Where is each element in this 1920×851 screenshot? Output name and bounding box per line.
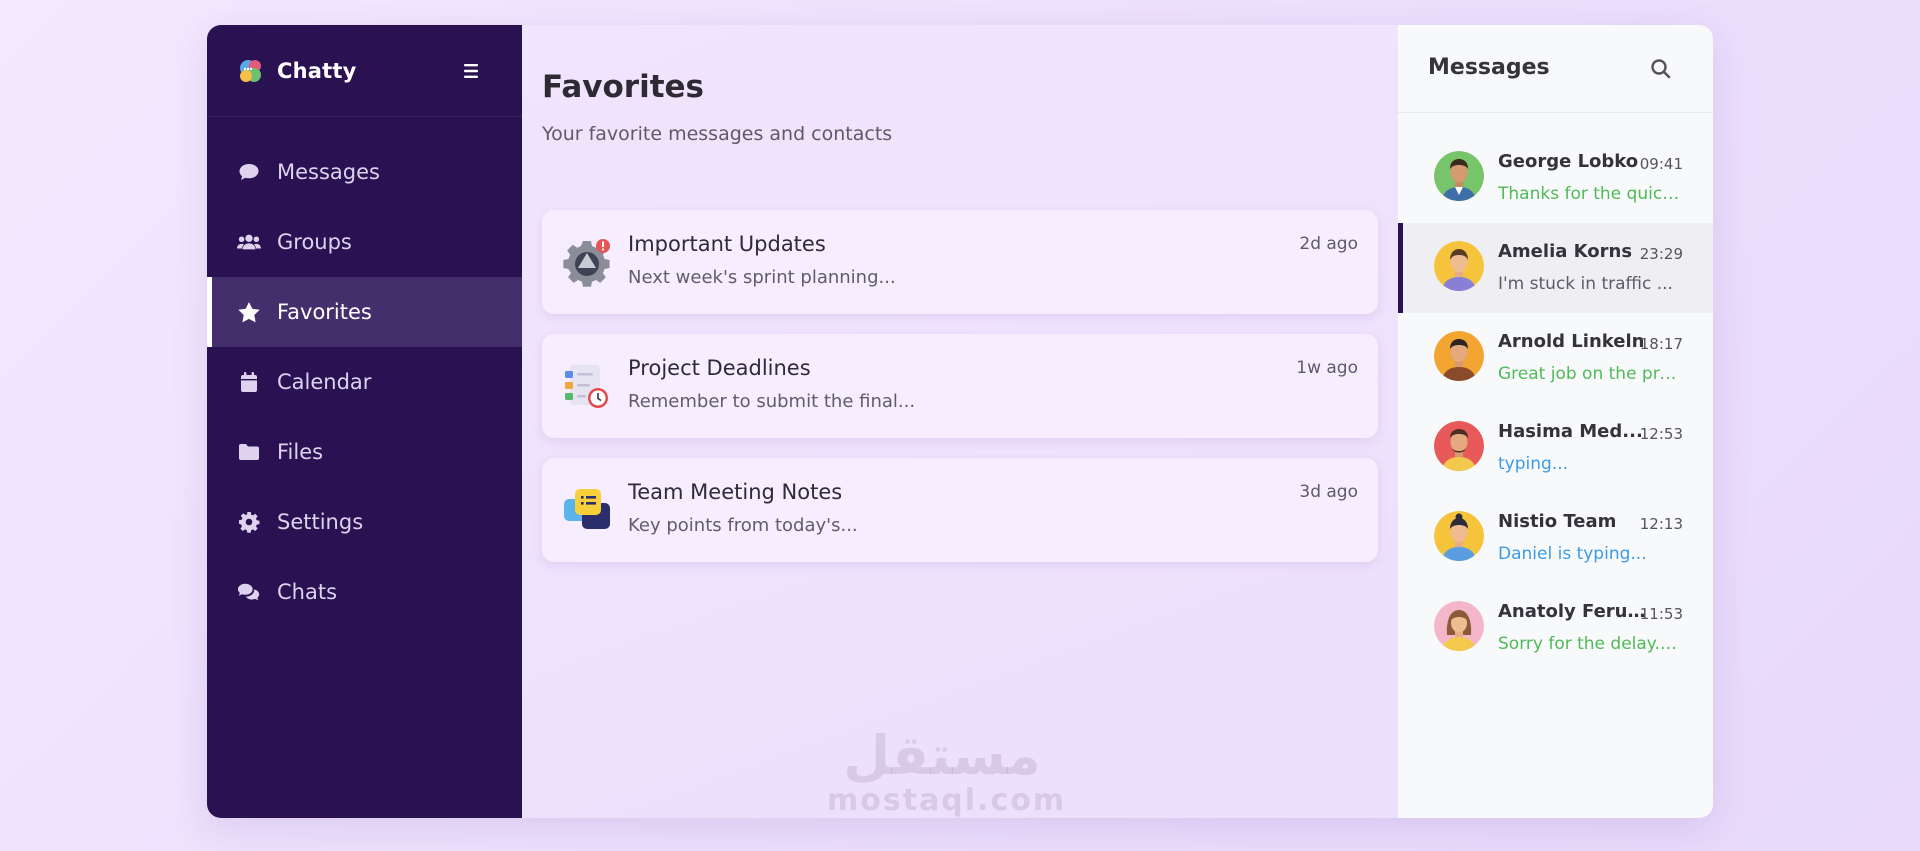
conversation-time: 12:53 xyxy=(1639,425,1683,443)
messages-title: Messages xyxy=(1428,55,1550,80)
sidebar-item-chats[interactable]: Chats xyxy=(207,557,522,627)
card-preview: Remember to submit the final... xyxy=(628,391,916,412)
avatar xyxy=(1434,331,1484,381)
star-icon xyxy=(237,300,261,324)
conversation-item[interactable]: Arnold Linkeln 18:17 Great job on the pr… xyxy=(1398,313,1713,403)
checklist-clock-icon xyxy=(562,361,612,411)
conversation-preview: typing... xyxy=(1498,454,1569,474)
search-icon[interactable] xyxy=(1648,56,1674,82)
avatar xyxy=(1434,511,1484,561)
card-time: 1w ago xyxy=(1296,358,1358,378)
conversation-name: Hasima Med... xyxy=(1498,421,1643,442)
conversation-preview: Daniel is typing... xyxy=(1498,544,1647,564)
conversation-name: Amelia Korns xyxy=(1498,241,1633,262)
sidebar-item-label: Calendar xyxy=(277,370,372,394)
avatar xyxy=(1434,241,1484,291)
sidebar-item-favorites[interactable]: Favorites xyxy=(207,277,522,347)
app-window: Chatty Messages Groups Favorites Calenda… xyxy=(207,25,1713,818)
conversation-item[interactable]: Hasima Med... 12:53 typing... xyxy=(1398,403,1713,493)
conversation-preview: I'm stuck in traffic ... xyxy=(1498,274,1673,294)
favorite-card[interactable]: Important Updates Next week's sprint pla… xyxy=(542,210,1378,314)
users-icon xyxy=(237,230,261,254)
comment-icon xyxy=(237,160,261,184)
chats-icon xyxy=(237,580,261,604)
sidebar-item-calendar[interactable]: Calendar xyxy=(207,347,522,417)
conversation-preview: Great job on the pre... xyxy=(1498,364,1680,384)
sidebar-item-label: Favorites xyxy=(277,300,372,324)
watermark-latin: mostaql.com xyxy=(827,783,1067,818)
page-title: Favorites xyxy=(542,69,704,105)
card-title: Team Meeting Notes xyxy=(628,480,843,504)
favorite-card[interactable]: Project Deadlines Remember to submit the… xyxy=(542,334,1378,438)
favorite-card[interactable]: Team Meeting Notes Key points from today… xyxy=(542,458,1378,562)
card-title: Project Deadlines xyxy=(628,356,811,380)
app-name: Chatty xyxy=(277,58,357,83)
sidebar-item-groups[interactable]: Groups xyxy=(207,207,522,277)
conversation-time: 18:17 xyxy=(1639,335,1683,353)
calendar-icon xyxy=(237,370,261,394)
menu-toggle-icon[interactable] xyxy=(457,59,485,83)
card-preview: Key points from today's... xyxy=(628,515,858,536)
conversation-name: Nistio Team xyxy=(1498,511,1617,532)
conversation-item[interactable]: Nistio Team 12:13 Daniel is typing... xyxy=(1398,493,1713,583)
gear-icon xyxy=(237,510,261,534)
watermark-arabic: مستقل xyxy=(843,724,1041,787)
sidebar-item-label: Chats xyxy=(277,580,338,604)
folder-icon xyxy=(237,440,261,464)
messages-header: Messages xyxy=(1398,25,1713,113)
conversation-item[interactable]: Anatoly Ferus... 11:53 Sorry for the del… xyxy=(1398,583,1713,673)
notes-chat-icon xyxy=(562,485,612,535)
conversation-preview: Sorry for the delay. I'... xyxy=(1498,634,1680,654)
conversation-time: 09:41 xyxy=(1639,155,1683,173)
avatar xyxy=(1434,601,1484,651)
conversation-name: George Lobko xyxy=(1498,151,1639,172)
sidebar-item-settings[interactable]: Settings xyxy=(207,487,522,557)
sidebar-item-label: Groups xyxy=(277,230,352,254)
conversation-list: George Lobko 09:41 Thanks for the quick.… xyxy=(1398,113,1713,673)
gear-alert-icon xyxy=(562,237,612,287)
conversation-time: 11:53 xyxy=(1639,605,1683,623)
chatty-logo-icon xyxy=(237,57,265,85)
conversation-name: Anatoly Ferus... xyxy=(1498,601,1648,622)
favorites-list: Important Updates Next week's sprint pla… xyxy=(542,210,1378,582)
card-time: 2d ago xyxy=(1299,234,1358,254)
avatar xyxy=(1434,421,1484,471)
conversation-time: 12:13 xyxy=(1639,515,1683,533)
watermark: مستقل mostaql.com xyxy=(827,724,1067,818)
messages-panel: Messages George Lobko 09:41 Thanks for t… xyxy=(1398,25,1713,818)
conversation-item[interactable]: Amelia Korns 23:29 I'm stuck in traffic … xyxy=(1398,223,1713,313)
sidebar-item-label: Messages xyxy=(277,160,380,184)
card-preview: Next week's sprint planning... xyxy=(628,267,896,288)
sidebar-item-files[interactable]: Files xyxy=(207,417,522,487)
sidebar: Chatty Messages Groups Favorites Calenda… xyxy=(207,25,522,818)
main-content: Favorites Your favorite messages and con… xyxy=(522,25,1398,818)
sidebar-item-label: Settings xyxy=(277,510,364,534)
page-subtitle: Your favorite messages and contacts xyxy=(542,123,893,145)
conversation-preview: Thanks for the quick... xyxy=(1498,184,1680,204)
conversation-item[interactable]: George Lobko 09:41 Thanks for the quick.… xyxy=(1398,133,1713,223)
sidebar-nav: Messages Groups Favorites Calendar Files… xyxy=(207,117,522,627)
card-time: 3d ago xyxy=(1299,482,1358,502)
card-title: Important Updates xyxy=(628,232,826,256)
sidebar-item-messages[interactable]: Messages xyxy=(207,137,522,207)
avatar xyxy=(1434,151,1484,201)
conversation-name: Arnold Linkeln xyxy=(1498,331,1645,352)
sidebar-item-label: Files xyxy=(277,440,324,464)
conversation-time: 23:29 xyxy=(1639,245,1683,263)
